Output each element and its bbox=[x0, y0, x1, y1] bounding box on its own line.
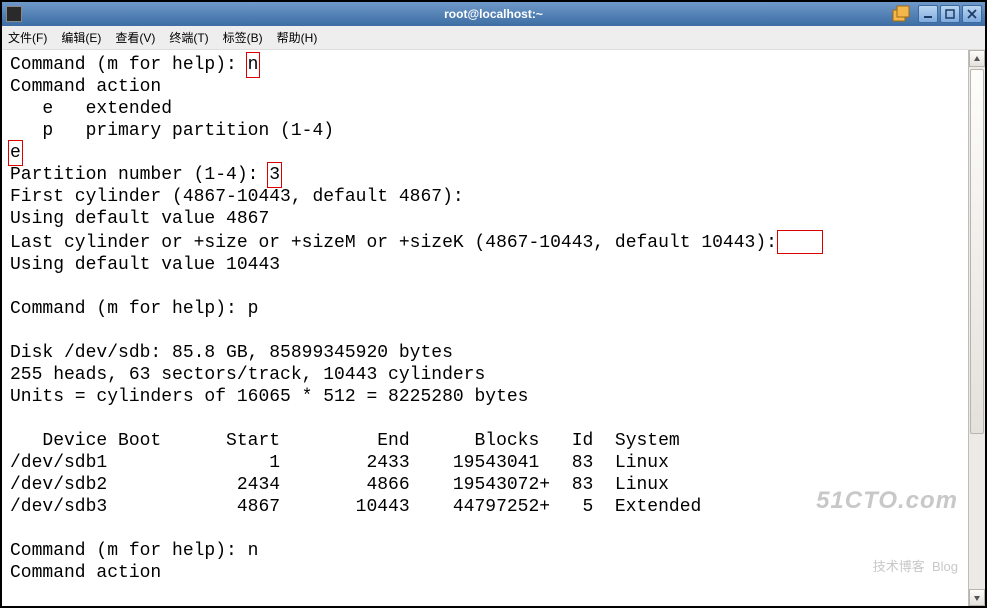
highlight-e: e bbox=[10, 142, 21, 164]
highlight-3: 3 bbox=[269, 164, 280, 186]
terminal-output[interactable]: Command (m for help): n Command action e… bbox=[2, 50, 968, 606]
watermark-sub: 技术博客 Blog bbox=[816, 556, 958, 578]
minimize-button[interactable] bbox=[918, 5, 938, 23]
line: First cylinder (4867-10443, default 4867… bbox=[10, 187, 464, 207]
menu-file[interactable]: 文件(F) bbox=[8, 29, 47, 46]
line: Using default value 10443 bbox=[10, 255, 280, 275]
window-buttons bbox=[918, 5, 982, 23]
line: Command (m for help): n bbox=[10, 541, 258, 561]
line: p primary partition (1-4) bbox=[10, 121, 334, 141]
table-row: /dev/sdb2 2434 4866 19543072+ 83 Linux bbox=[10, 475, 669, 495]
line: Command action bbox=[10, 77, 161, 97]
line: Disk /dev/sdb: 85.8 GB, 85899345920 byte… bbox=[10, 343, 453, 363]
menu-terminal[interactable]: 终端(T) bbox=[169, 29, 208, 46]
line: Last cylinder or +size or +sizeM or +siz… bbox=[10, 233, 777, 253]
line: Using default value 4867 bbox=[10, 209, 269, 229]
scroll-down-button[interactable] bbox=[969, 589, 985, 606]
line: Partition number (1-4): bbox=[10, 165, 269, 185]
line: e extended bbox=[10, 99, 172, 119]
line: Command (m for help): bbox=[10, 55, 248, 75]
overlay-icon bbox=[890, 5, 912, 23]
table-row: /dev/sdb1 1 2433 19543041 83 Linux bbox=[10, 453, 669, 473]
line: Command (m for help): p bbox=[10, 299, 258, 319]
menu-edit[interactable]: 编辑(E) bbox=[61, 29, 101, 46]
app-icon bbox=[6, 6, 22, 22]
line: 255 heads, 63 sectors/track, 10443 cylin… bbox=[10, 365, 485, 385]
table-row: /dev/sdb3 4867 10443 44797252+ 5 Extende… bbox=[10, 497, 701, 517]
scroll-track[interactable] bbox=[969, 67, 985, 589]
watermark: 51CTO.com 技术博客 Blog bbox=[816, 446, 958, 600]
line: Units = cylinders of 16065 * 512 = 82252… bbox=[10, 387, 528, 407]
line: Command action bbox=[10, 563, 161, 583]
menu-help[interactable]: 帮助(H) bbox=[277, 29, 318, 46]
highlight-empty bbox=[777, 230, 823, 254]
highlight-n: n bbox=[248, 54, 259, 76]
menu-view[interactable]: 查看(V) bbox=[115, 29, 155, 46]
content-wrap: Command (m for help): n Command action e… bbox=[2, 50, 985, 606]
menu-tabs[interactable]: 标签(B) bbox=[223, 29, 263, 46]
window-title: root@localhost:~ bbox=[444, 7, 543, 21]
watermark-logo: 51CTO.com bbox=[816, 490, 958, 512]
maximize-button[interactable] bbox=[940, 5, 960, 23]
menubar: 文件(F) 编辑(E) 查看(V) 终端(T) 标签(B) 帮助(H) bbox=[2, 26, 985, 50]
titlebar: root@localhost:~ bbox=[2, 2, 985, 26]
line: Device Boot Start End Blocks Id System bbox=[10, 431, 680, 451]
scrollbar[interactable] bbox=[968, 50, 985, 606]
scroll-up-button[interactable] bbox=[969, 50, 985, 67]
close-button[interactable] bbox=[962, 5, 982, 23]
scroll-thumb[interactable] bbox=[970, 69, 984, 434]
